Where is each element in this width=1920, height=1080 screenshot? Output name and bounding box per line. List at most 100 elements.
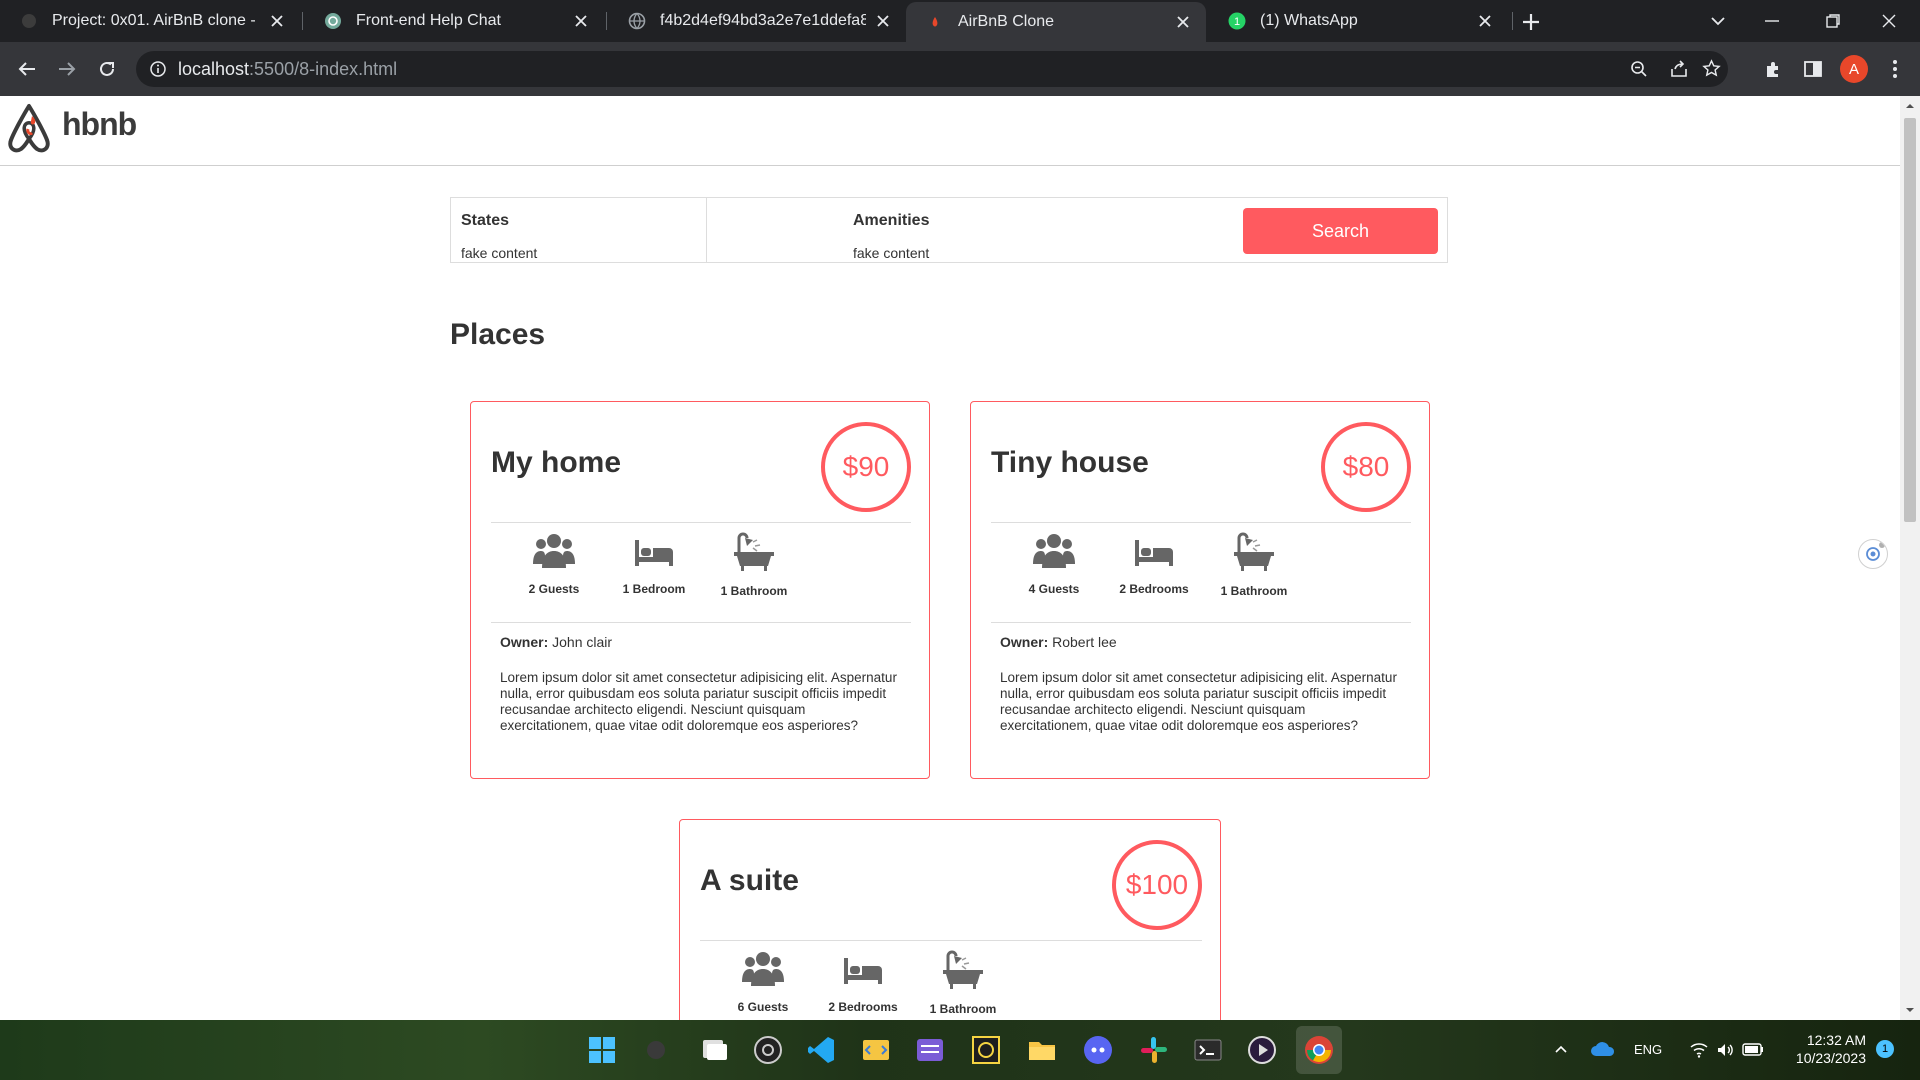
more-menu-icon[interactable] <box>1880 54 1910 84</box>
address-bar[interactable]: localhost:5500/8-index.html <box>136 51 1728 87</box>
new-tab-plus-icon[interactable] <box>1518 9 1544 35</box>
tab-title: (1) WhatsApp <box>1260 12 1358 29</box>
guests-info: 6 Guests <box>708 950 818 1014</box>
slack-icon[interactable] <box>1138 1034 1170 1066</box>
tab-search-chevron-down-icon[interactable] <box>1703 6 1733 36</box>
states-filter-value: fake content <box>461 245 538 261</box>
clock-time[interactable]: 12:32 AM <box>1784 1032 1866 1048</box>
chevron-up-icon[interactable] <box>1554 1044 1568 1054</box>
close-tab-icon[interactable] <box>1174 13 1192 31</box>
scroll-thumb[interactable] <box>1904 118 1916 522</box>
guests-label: 6 Guests <box>737 1000 789 1014</box>
language-indicator[interactable]: ENG <box>1634 1042 1662 1057</box>
clock-date[interactable]: 10/23/2023 <box>1774 1050 1866 1066</box>
site-logo-text[interactable]: hbnb <box>62 106 137 143</box>
place-description: Lorem ipsum dolor sit amet consectetur a… <box>500 670 897 733</box>
vscode-icon[interactable] <box>806 1034 838 1066</box>
scroll-up-arrow-icon[interactable] <box>1904 100 1916 112</box>
browser-toolbar: localhost:5500/8-index.html A <box>0 42 1920 96</box>
owner-line: Owner: Robert lee <box>1000 634 1117 650</box>
battery-icon[interactable] <box>1742 1043 1764 1056</box>
owner-name: Robert lee <box>1052 634 1117 650</box>
airbnb-logo-icon[interactable] <box>6 102 52 154</box>
extensions-puzzle-icon[interactable] <box>1758 54 1788 84</box>
windows-start-icon[interactable] <box>586 1034 618 1066</box>
guests-icon <box>1033 534 1075 568</box>
notification-badge[interactable]: 1 <box>1876 1040 1894 1058</box>
guests-label: 2 Guests <box>528 582 580 596</box>
close-window-icon[interactable] <box>1874 6 1904 36</box>
tab-whatsapp[interactable]: 1 (1) WhatsApp <box>1208 0 1508 42</box>
search-button[interactable]: Search <box>1243 208 1438 254</box>
file-explorer-icon[interactable] <box>1026 1034 1058 1066</box>
place-card: My home $90 2 Guests 1 Bedroom 1 Bathroo… <box>470 401 930 779</box>
close-tab-icon[interactable] <box>1476 12 1494 30</box>
tab-divider <box>302 12 303 30</box>
guests-icon <box>742 952 784 986</box>
chrome-icon[interactable] <box>1303 1034 1335 1066</box>
zoom-icon[interactable] <box>1630 60 1648 78</box>
bathtub-icon <box>943 950 983 989</box>
ai-assistant-icon[interactable] <box>1858 539 1888 569</box>
share-icon[interactable] <box>1670 60 1688 78</box>
page-viewport: hbnb States fake content Amenities fake … <box>0 96 1900 1020</box>
url-path: :5500/8-index.html <box>249 59 398 79</box>
reload-icon[interactable] <box>92 54 122 84</box>
profile-avatar[interactable]: A <box>1840 55 1868 83</box>
onedrive-cloud-icon[interactable] <box>1590 1040 1616 1058</box>
volume-icon[interactable] <box>1716 1042 1734 1058</box>
task-view-icon[interactable] <box>698 1034 730 1066</box>
amenities-filter[interactable]: Amenities fake content <box>707 198 1227 262</box>
tab-title: Front-end Help Chat <box>356 12 501 29</box>
bedrooms-label: 1 Bedroom <box>622 582 686 596</box>
obs-icon[interactable] <box>752 1034 784 1066</box>
forward-arrow-icon[interactable] <box>52 54 82 84</box>
divider <box>491 522 911 523</box>
bathrooms-info: 1 Bathroom <box>908 950 1018 1016</box>
bedrooms-info: 2 Bedrooms <box>808 950 918 1014</box>
windows-taskbar: ENG 12:32 AM 10/23/2023 1 <box>0 1020 1920 1080</box>
bookmark-star-icon[interactable] <box>1702 59 1721 78</box>
media-player-icon[interactable] <box>1246 1034 1278 1066</box>
divider <box>700 940 1202 941</box>
tab-divider <box>606 12 607 30</box>
tab-hash-page[interactable]: f4b2d4ef94bd3a2e7e1ddefa8123 <box>608 0 906 42</box>
tab-frontend-help-chat[interactable]: Front-end Help Chat <box>304 0 604 42</box>
site-info-icon[interactable] <box>150 61 166 77</box>
close-tab-icon[interactable] <box>268 12 286 30</box>
tab-title: AirBnB Clone <box>958 13 1055 30</box>
back-arrow-icon[interactable] <box>12 54 42 84</box>
bed-icon <box>1135 540 1173 566</box>
place-description: Lorem ipsum dolor sit amet consectetur a… <box>1000 670 1397 733</box>
whatsapp-icon: 1 <box>1228 12 1246 30</box>
search-icon[interactable] <box>640 1034 672 1066</box>
browser-tab-strip: Project: 0x01. AirBnB clone - Web Front-… <box>0 0 1920 42</box>
price-badge: $90 <box>821 422 911 512</box>
discord-icon[interactable] <box>1082 1034 1114 1066</box>
bedrooms-info: 1 Bedroom <box>599 532 709 596</box>
side-panel-icon[interactable] <box>1798 54 1828 84</box>
tab-airbnb-project[interactable]: Project: 0x01. AirBnB clone - Web <box>0 0 300 42</box>
guests-info: 4 Guests <box>999 532 1109 596</box>
minimize-window-icon[interactable] <box>1757 6 1787 36</box>
pycharm-icon[interactable] <box>970 1034 1002 1066</box>
tab-title: Project: 0x01. AirBnB clone - Web <box>52 12 260 29</box>
owner-line: Owner: John clair <box>500 634 612 650</box>
tab-airbnb-clone[interactable]: AirBnB Clone <box>906 2 1206 42</box>
tab-title: f4b2d4ef94bd3a2e7e1ddefa8123 <box>660 12 866 29</box>
guests-label: 4 Guests <box>1028 582 1080 596</box>
owner-label: Owner: <box>500 634 549 650</box>
close-tab-icon[interactable] <box>874 12 892 30</box>
wifi-icon[interactable] <box>1690 1042 1708 1058</box>
bathrooms-info: 1 Bathroom <box>1199 532 1309 598</box>
terminal-icon[interactable] <box>1192 1034 1224 1066</box>
divider <box>991 622 1411 623</box>
code-folder-icon[interactable] <box>860 1034 892 1066</box>
states-filter[interactable]: States fake content <box>451 198 707 262</box>
clipchamp-icon[interactable] <box>914 1034 946 1066</box>
scroll-down-arrow-icon[interactable] <box>1904 1004 1916 1016</box>
bedrooms-label: 2 Bedrooms <box>1119 582 1189 596</box>
page-scrollbar[interactable] <box>1900 96 1920 1020</box>
close-tab-icon[interactable] <box>572 12 590 30</box>
restore-window-icon[interactable] <box>1818 6 1848 36</box>
